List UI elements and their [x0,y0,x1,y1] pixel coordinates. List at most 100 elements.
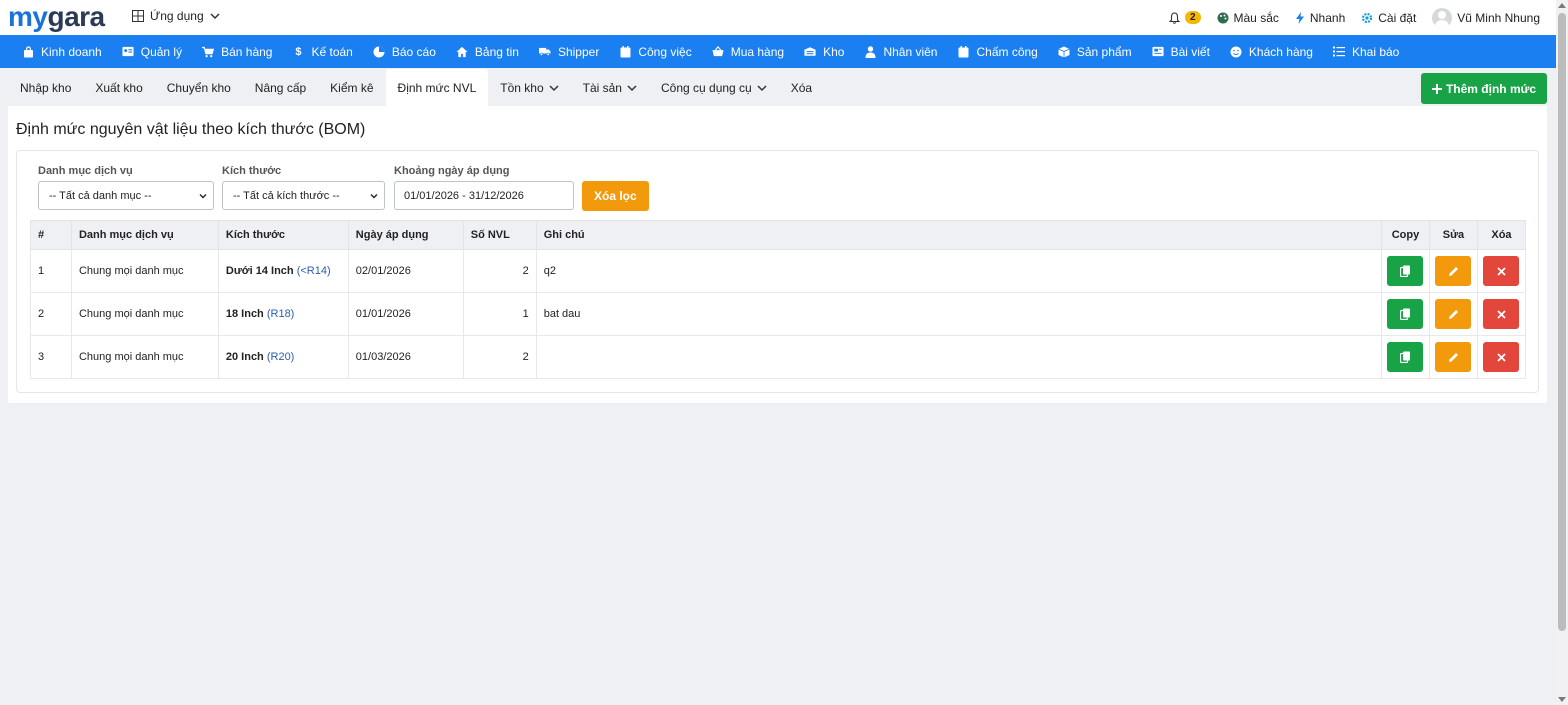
user-menu[interactable]: Vũ Minh Nhung [1432,7,1540,28]
nav-item-khai-bao[interactable]: Khai báo [1323,35,1409,68]
edit-button[interactable] [1435,256,1472,286]
date-range-input[interactable]: 01/01/2026 - 31/12/2026 [394,181,574,210]
tab-nang-cap[interactable]: Nâng cấp [243,69,318,106]
edit-button[interactable] [1435,342,1472,372]
header-delete: Xóa [1476,220,1527,250]
category-select[interactable]: -- Tất cả danh mục -- [38,181,214,210]
cell-category: Chung mọi danh mục [70,249,219,293]
nav-label: Bài viết [1170,44,1210,59]
nav-item-kinh-doanh[interactable]: Kinh doanh [12,35,112,68]
tab-label: Tồn kho [500,80,544,95]
copy-icon [1399,351,1410,363]
cell-edit [1428,249,1478,293]
size-name: 18 Inch [225,308,264,320]
tab-chuyen-kho[interactable]: Chuyển kho [155,69,243,106]
copy-icon [1399,265,1410,277]
nav-item-mua-hang[interactable]: Mua hàng [702,35,794,68]
tab-nhap-kho[interactable]: Nhập kho [8,69,83,106]
size-select[interactable]: -- Tất cả kích thước -- [222,181,385,210]
tab-xuat-kho[interactable]: Xuất kho [83,69,154,106]
color-button[interactable]: Màu sắc [1217,11,1279,25]
cell-index: 2 [30,292,72,336]
cell-category: Chung mọi danh mục [70,335,219,379]
nav-item-kho[interactable]: Kho [794,35,854,68]
settings-label: Cài đặt [1378,10,1417,25]
bag-icon [22,45,34,58]
nav-item-cong-viec[interactable]: Công việc [609,35,701,68]
edit-button[interactable] [1435,299,1472,329]
cell-delete [1476,249,1527,293]
nav-label: Kinh doanh [41,44,102,59]
apps-menu[interactable]: Ứng dụng [132,9,220,23]
logo[interactable]: mygara [8,2,105,32]
header-edit: Sửa [1428,220,1478,250]
pencil-icon [1448,266,1458,276]
nav-label: Shipper [557,44,600,59]
copy-button[interactable] [1387,299,1424,329]
cell-date: 02/01/2026 [347,249,464,293]
page-scrollbar[interactable] [1556,0,1568,705]
copy-button[interactable] [1387,256,1424,286]
warehouse-icon [804,46,816,58]
delete-button[interactable] [1483,342,1520,372]
nav-label: Mua hàng [730,44,785,59]
main-nav: Kinh doanh Quản lý Bán hàng $ Kế toán Báo… [0,35,1556,68]
size-select-value: -- Tất cả kích thước -- [233,189,340,202]
size-code: (<R14) [296,265,331,277]
settings-button[interactable]: Cài đặt [1361,11,1416,25]
calendar-check-icon [957,45,969,58]
nav-item-san-pham[interactable]: Sản phẩm [1048,35,1142,68]
nav-label: Kế toán [311,44,353,59]
nav-label: Bán hàng [221,44,273,59]
cell-count: 1 [462,292,537,336]
nav-item-shipper[interactable]: Shipper [529,35,609,68]
tab-ton-kho[interactable]: Tồn kho [488,69,570,106]
size-code: (R20) [266,351,295,363]
category-select-value: -- Tất cả danh mục -- [49,189,152,202]
nav-item-bao-cao[interactable]: Báo cáo [363,35,446,68]
top-bar: mygara Ứng dụng 2 Màu sắc Nhanh Cài đặt … [0,0,1556,35]
cell-delete [1476,292,1527,336]
scroll-thumb[interactable] [1558,13,1566,631]
chevron-down-icon [549,84,559,91]
notification-button[interactable]: 2 [1168,11,1201,24]
nav-item-bai-viet[interactable]: Bài viết [1142,35,1220,68]
copy-button[interactable] [1387,342,1424,372]
delete-button[interactable] [1483,256,1520,286]
newspaper-icon [1152,46,1164,58]
tab-cong-cu-dung-cu[interactable]: Công cụ dụng cụ [649,69,779,106]
grid-icon [132,10,144,22]
pencil-icon [1448,352,1458,362]
delete-button[interactable] [1483,299,1520,329]
content-panel: Định mức nguyên vật liệu theo kích thước… [8,106,1547,403]
plus-icon [1431,83,1442,94]
tab-tai-san[interactable]: Tài sản [571,69,649,106]
nav-label: Sản phẩm [1076,44,1132,59]
tab-kiem-ke[interactable]: Kiểm kê [318,69,385,106]
nav-item-bang-tin[interactable]: Bảng tin [446,35,529,68]
clear-filter-button[interactable]: Xóa lọc [582,181,649,211]
cell-edit [1428,292,1478,336]
top-right-menu: 2 Màu sắc Nhanh Cài đặt Vũ Minh Nhung [1168,0,1540,35]
add-bom-button[interactable]: Thêm định mức [1420,73,1547,104]
tab-dinh-muc-nvl[interactable]: Định mức NVL [385,69,489,106]
cell-date: 01/01/2026 [347,292,464,336]
scroll-down-arrow[interactable] [1558,697,1566,702]
copy-icon [1399,308,1410,320]
nav-item-nhan-vien[interactable]: Nhân viên [854,35,947,68]
tab-xoa[interactable]: Xóa [779,69,824,106]
nav-item-cham-cong[interactable]: Chấm công [947,35,1047,68]
nav-item-ban-hang[interactable]: Bán hàng [192,35,282,68]
nav-label: Khai báo [1351,44,1400,59]
nav-item-quan-ly[interactable]: Quản lý [112,35,192,68]
size-filter-label: Kích thước [222,165,282,177]
cell-note: q2 [535,249,1382,293]
nav-label: Khách hàng [1248,44,1313,59]
cell-note [535,335,1382,379]
nav-item-khach-hang[interactable]: Khách hàng [1220,35,1323,68]
quick-button[interactable]: Nhanh [1295,11,1345,25]
scroll-up-arrow[interactable] [1558,3,1566,8]
table-row: 1 Chung mọi danh mục Dưới 14 Inch (<R14)… [30,249,1527,293]
nav-item-ke-toan[interactable]: $ Kế toán [282,35,362,68]
user-icon [864,45,876,58]
